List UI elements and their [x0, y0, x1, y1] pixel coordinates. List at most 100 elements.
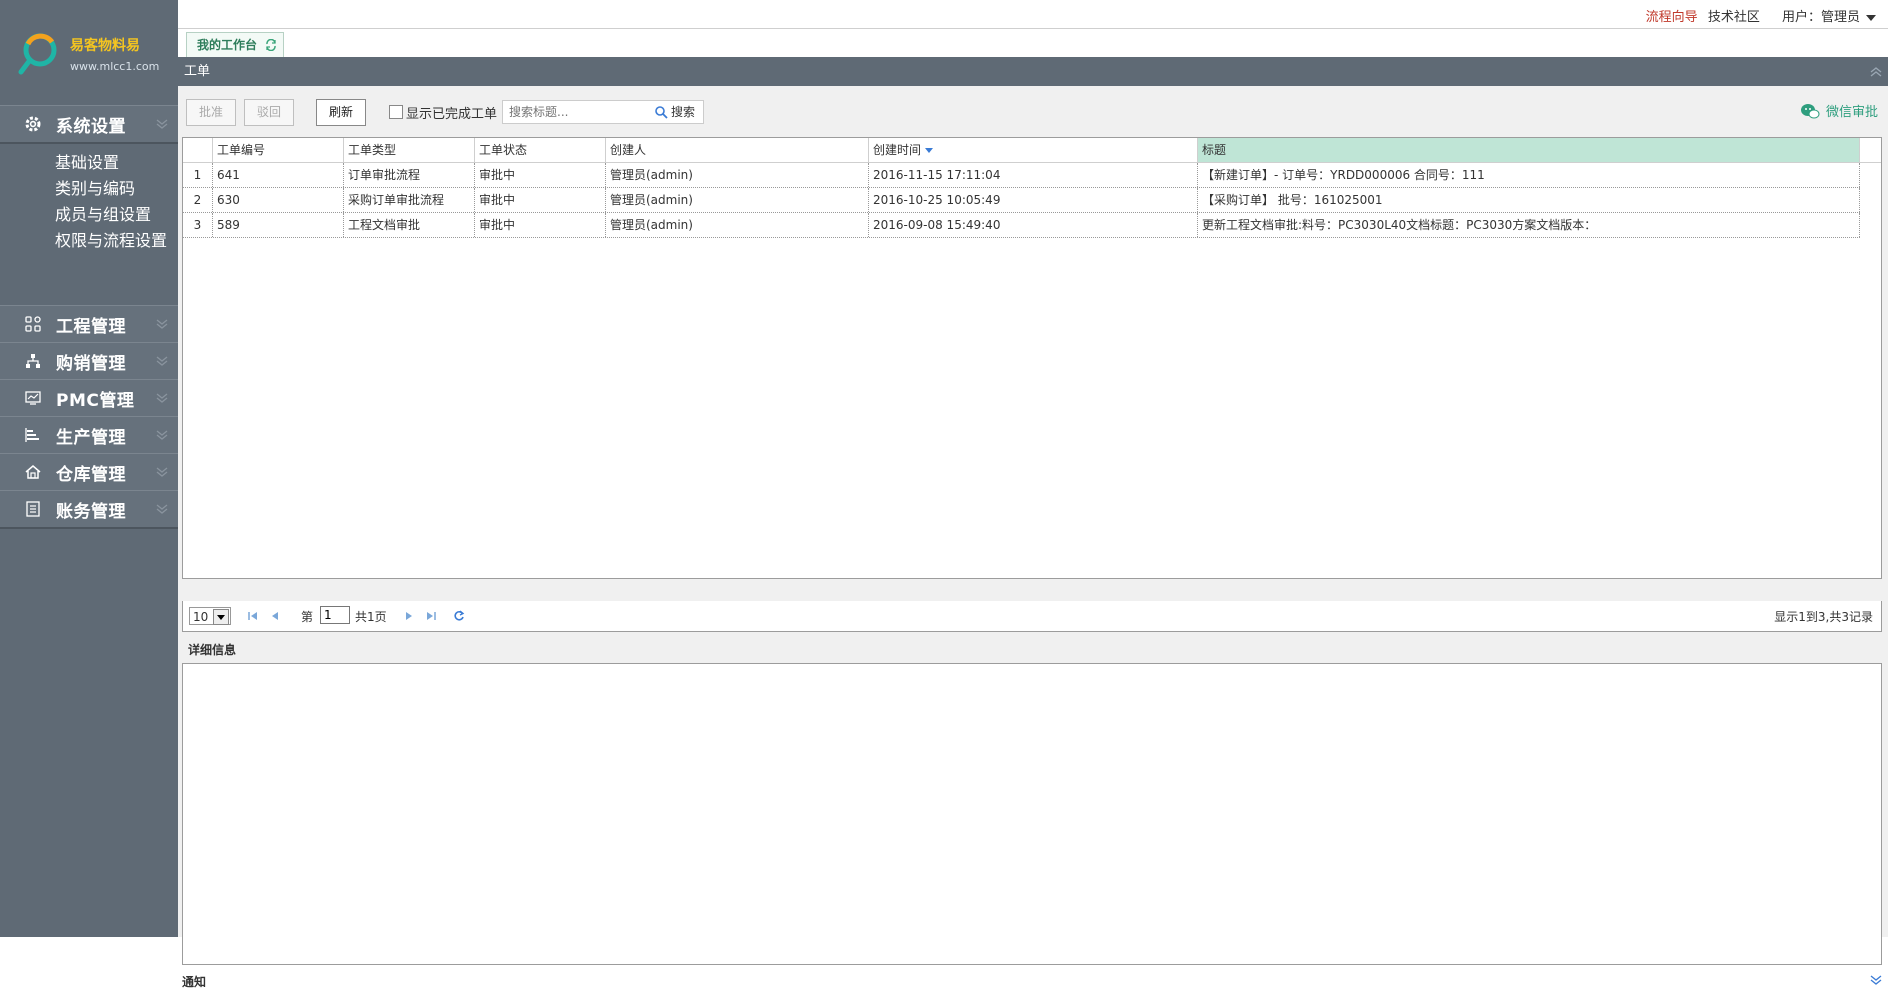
home-icon	[24, 463, 42, 481]
search-box: 搜索	[502, 100, 704, 124]
chevron-down-icon	[156, 393, 168, 403]
wechat-icon	[1800, 103, 1820, 118]
user-menu[interactable]: 用户：管理员	[1776, 10, 1876, 25]
table-row[interactable]: 2 630 采购订单审批流程 审批中 管理员(admin) 2016-10-25…	[183, 188, 1860, 213]
sidebar-item-members-groups[interactable]: 成员与组设置	[0, 202, 178, 228]
cell-created-time: 2016-10-25 10:05:49	[869, 188, 1198, 212]
sidebar-item-category-coding[interactable]: 类别与编码	[0, 176, 178, 202]
prev-page-icon[interactable]	[269, 610, 281, 622]
page-number-input[interactable]	[320, 606, 350, 624]
col-type[interactable]: 工单类型	[344, 138, 475, 162]
wechat-approval-button[interactable]: 微信审批	[1800, 101, 1878, 120]
page-size-select[interactable]: 10	[189, 607, 231, 625]
sidebar-section-label: 生产管理	[56, 427, 126, 448]
cell-created-time: 2016-09-08 15:49:40	[869, 213, 1198, 237]
cell-id: 641	[213, 163, 344, 187]
col-id[interactable]: 工单编号	[213, 138, 344, 162]
sidebar-section-finance[interactable]: 账务管理	[0, 490, 178, 529]
refresh-icon[interactable]	[265, 39, 277, 51]
tab-my-workbench[interactable]: 我的工作台	[186, 32, 285, 57]
collapse-up-icon[interactable]	[1870, 66, 1882, 78]
sidebar-section-label: 工程管理	[56, 316, 126, 337]
last-page-icon[interactable]	[425, 610, 437, 622]
table-header: 工单编号 工单类型 工单状态 创建人 创建时间 标题	[183, 138, 1881, 163]
search-button[interactable]: 搜索	[654, 103, 695, 120]
sidebar-section-system-settings[interactable]: 系统设置	[0, 105, 178, 144]
cell-title: 更新工程文档审批:料号：PC3030L40文档标题：PC3030方案文档版本：	[1198, 213, 1860, 237]
sidebar-section-label: 购销管理	[56, 353, 126, 374]
cell-status: 审批中	[475, 188, 606, 212]
cell-creator: 管理员(admin)	[606, 213, 869, 237]
chevron-down-icon	[156, 467, 168, 477]
detail-title: 详细信息	[188, 643, 237, 657]
dropdown-arrow-icon	[213, 609, 229, 625]
cell-title: 【采购订单】 批号：161025001	[1198, 188, 1860, 212]
panel-title: 工单	[184, 64, 211, 79]
sidebar: 易客物料易 www.mlcc1.com 系统设置 基础设置 类别与编码 成员与组…	[0, 0, 178, 937]
cell-created-time: 2016-11-15 17:11:04	[869, 163, 1198, 187]
pager-info: 显示1到3,共3记录	[1774, 610, 1873, 624]
sidebar-section-label: 账务管理	[56, 501, 126, 522]
chevron-down-icon	[156, 504, 168, 514]
flow-guide-link[interactable]: 流程向导	[1646, 10, 1698, 25]
col-created-time[interactable]: 创建时间	[869, 138, 1198, 162]
expand-down-icon[interactable]	[1870, 974, 1882, 986]
chevron-down-icon	[156, 430, 168, 440]
org-chart-icon	[24, 352, 42, 370]
row-number: 2	[183, 188, 213, 212]
col-title[interactable]: 标题	[1198, 138, 1860, 162]
sort-desc-icon	[925, 148, 934, 153]
col-status[interactable]: 工单状态	[475, 138, 606, 162]
chevron-down-icon	[156, 356, 168, 366]
sidebar-section-pmc[interactable]: PMC管理	[0, 379, 178, 418]
col-created-time-label: 创建时间	[873, 143, 922, 157]
page-prefix: 第	[301, 610, 314, 624]
sidebar-section-warehouse[interactable]: 仓库管理	[0, 453, 178, 492]
show-completed-checkbox[interactable]	[389, 105, 403, 119]
logo-icon	[18, 33, 57, 75]
sidebar-section-label: PMC管理	[56, 390, 135, 411]
sidebar-item-basic-settings[interactable]: 基础设置	[0, 150, 178, 176]
sidebar-section-engineering[interactable]: 工程管理	[0, 305, 178, 344]
search-button-label: 搜索	[671, 105, 696, 119]
cell-id: 589	[213, 213, 344, 237]
cell-type: 订单审批流程	[344, 163, 475, 187]
search-input[interactable]	[507, 103, 651, 121]
top-bar: 流程向导 技术社区 用户：管理员	[178, 0, 1888, 29]
search-icon	[655, 105, 668, 119]
logo-text: 易客物料易	[70, 38, 140, 54]
tab-bar: 我的工作台	[178, 29, 1888, 57]
user-label: 用户：管理员	[1781, 10, 1860, 25]
table-row[interactable]: 3 589 工程文档审批 审批中 管理员(admin) 2016-09-08 1…	[183, 213, 1860, 238]
page-size-value: 10	[193, 610, 209, 624]
notice-title: 通知	[182, 975, 207, 989]
cell-creator: 管理员(admin)	[606, 188, 869, 212]
gear-icon	[24, 115, 42, 133]
table-row[interactable]: 1 641 订单审批流程 审批中 管理员(admin) 2016-11-15 1…	[183, 163, 1860, 188]
caret-down-icon	[1866, 14, 1876, 21]
approve-button[interactable]: 批准	[186, 99, 236, 126]
cell-type: 工程文档审批	[344, 213, 475, 237]
bar-chart-icon	[24, 426, 42, 444]
col-creator[interactable]: 创建人	[606, 138, 869, 162]
cell-id: 630	[213, 188, 344, 212]
logo: 易客物料易 www.mlcc1.com	[18, 30, 168, 80]
monitor-icon	[24, 389, 42, 407]
cell-creator: 管理员(admin)	[606, 163, 869, 187]
panel-header: 工单	[178, 57, 1888, 86]
sidebar-section-sales[interactable]: 购销管理	[0, 342, 178, 381]
ledger-icon	[24, 500, 42, 518]
first-page-icon[interactable]	[247, 610, 259, 622]
next-page-icon[interactable]	[403, 610, 415, 622]
reject-button[interactable]: 驳回	[244, 99, 294, 126]
sidebar-section-label: 仓库管理	[56, 464, 126, 485]
community-link[interactable]: 技术社区	[1708, 10, 1760, 25]
sidebar-item-permissions-flow[interactable]: 权限与流程设置	[0, 228, 178, 254]
work-order-table: 工单编号 工单类型 工单状态 创建人 创建时间 标题 1 641 订单审批流程 …	[182, 137, 1882, 579]
refresh-button[interactable]: 刷新	[316, 99, 366, 126]
sidebar-section-production[interactable]: 生产管理	[0, 416, 178, 455]
chevron-down-icon	[156, 119, 168, 129]
cell-status: 审批中	[475, 213, 606, 237]
top-links: 流程向导 技术社区 用户：管理员	[1640, 6, 1876, 25]
reload-icon[interactable]	[453, 610, 465, 622]
